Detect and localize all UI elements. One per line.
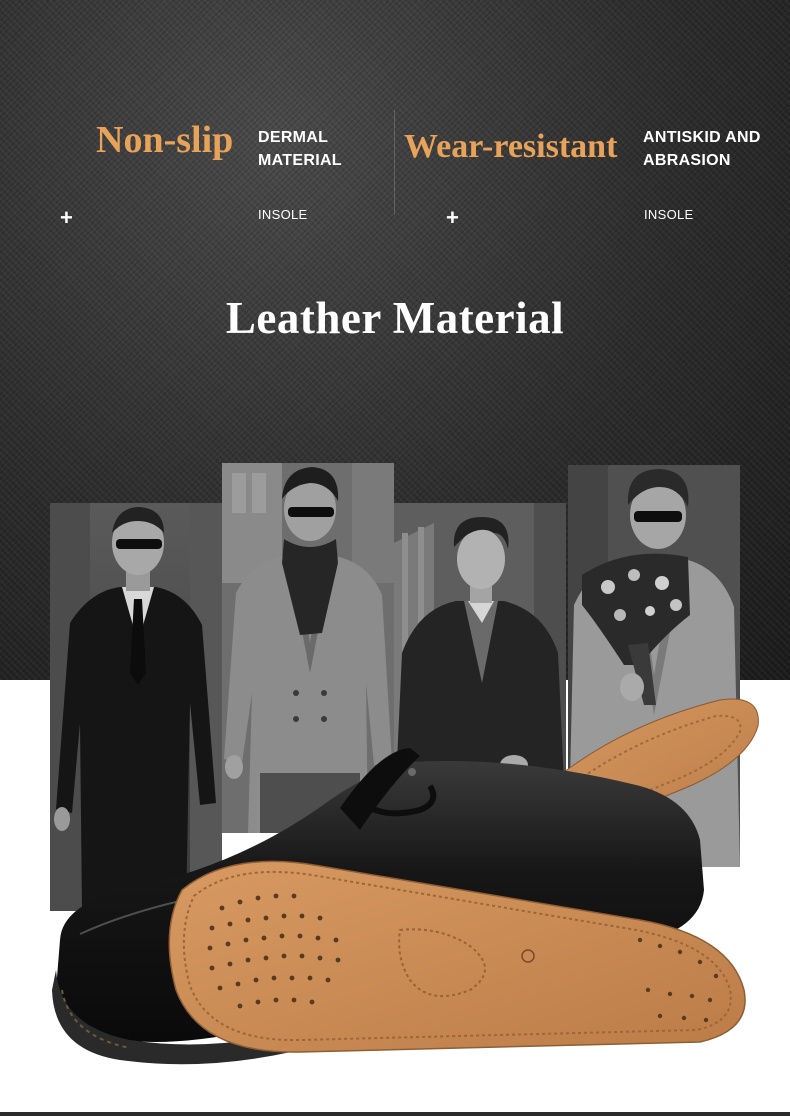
feature-subtitle-line2: ABRASION [643, 152, 731, 169]
feature-subtitle-line1: DERMAL [258, 129, 329, 146]
plus-icon: + [60, 205, 73, 230]
feature-subtitle-line1: ANTISKID AND [643, 129, 761, 146]
bottom-border [0, 1112, 790, 1116]
product-shoes-and-insoles [0, 690, 790, 1110]
feature-subtitle-line2: MATERIAL [258, 152, 342, 169]
feature-insole-label: INSOLE [644, 207, 694, 222]
feature-title-non-slip: Non-slip [96, 119, 234, 161]
feature-title-wear-resistant: Wear-resistant [404, 128, 618, 165]
plus-icon: + [446, 205, 459, 230]
product-banner: Non-slip DERMAL MATERIAL + INSOLE Wear-r… [0, 0, 790, 1116]
feature-divider [394, 110, 395, 215]
feature-insole-label: INSOLE [258, 207, 308, 222]
headline: Leather Material [225, 293, 565, 343]
